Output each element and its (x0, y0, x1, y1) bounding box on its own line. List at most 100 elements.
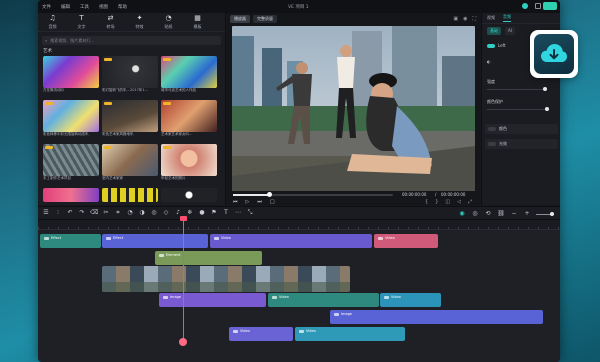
undo-icon[interactable]: ↶ (66, 209, 74, 217)
playhead-line[interactable] (183, 218, 184, 344)
timeline-clip[interactable]: Element (155, 251, 262, 265)
prop-toggle[interactable] (487, 43, 495, 48)
snapshot-icon[interactable]: ▣ (453, 16, 458, 22)
render-icon[interactable]: ◎ (471, 210, 479, 218)
timeline-clip[interactable]: Video (210, 234, 372, 248)
menu-view[interactable]: 视图 (99, 4, 108, 10)
mask-icon[interactable]: ◎ (150, 209, 158, 217)
text-tool-icon[interactable]: T (222, 209, 230, 217)
keyframe-icon[interactable]: ◇ (162, 209, 170, 217)
delete-icon[interactable]: ⌫ (90, 209, 98, 217)
freeze-icon[interactable]: ❄ (186, 209, 194, 217)
more-icon[interactable]: ⋯ (234, 209, 242, 217)
download-badge[interactable] (530, 30, 578, 78)
tab-templates[interactable]: ▦ 模板 (183, 13, 212, 31)
stop-icon[interactable]: □ (270, 199, 275, 205)
quality-select[interactable]: 完整质量 (253, 14, 277, 23)
redo-icon[interactable]: ↷ (78, 209, 86, 217)
menu-edit[interactable]: 编辑 (61, 4, 70, 10)
preset-icon[interactable]: ◐ (487, 59, 491, 64)
media-thumbnail[interactable] (102, 100, 158, 132)
media-thumbnail[interactable] (102, 144, 158, 176)
color-section[interactable]: 颜色 (485, 124, 558, 134)
slider-knob[interactable] (545, 107, 549, 111)
tab-video[interactable]: 视频 (487, 15, 495, 21)
timeline-clip[interactable]: Video (380, 293, 441, 307)
ripple-icon[interactable]: ⟲ (484, 210, 492, 218)
playhead-bottom-handle[interactable] (179, 338, 187, 346)
speed-icon[interactable]: ◔ (126, 209, 134, 217)
timeline-clip[interactable]: Image (159, 293, 266, 307)
color-toggle[interactable] (488, 127, 496, 131)
fullscreen-icon[interactable]: ⛶ (472, 16, 476, 22)
color-icon[interactable]: ◑ (138, 209, 146, 217)
timeline[interactable]: Effect Effect Video Video Element Image … (38, 216, 560, 362)
media-item[interactable] (161, 188, 217, 202)
media-item[interactable]: 万花筒流动叭 (43, 56, 99, 97)
marker-icon[interactable]: ⚑ (210, 209, 218, 217)
media-search-input[interactable]: ⌕ 搜索视频、图片素材打... (42, 36, 221, 45)
light-section[interactable]: 光效 (485, 139, 558, 149)
media-item[interactable]: 艺术家艺术家女叭… (161, 100, 217, 141)
link-icon[interactable]: ⛓ (497, 210, 505, 218)
menu-icon[interactable]: ☰ (42, 209, 50, 217)
zoom-fit-icon[interactable]: ⤡ (246, 209, 254, 217)
media-item[interactable]: 城市马克艺术的人作品 (161, 56, 217, 97)
media-item[interactable]: 彩色艺术家风格地叭 (102, 100, 158, 141)
media-item[interactable]: 彩色转移中彩无限旋转动态叭 (43, 100, 99, 141)
media-thumbnail[interactable] (43, 188, 99, 202)
media-thumbnail[interactable] (161, 56, 217, 88)
media-thumbnail[interactable] (161, 188, 217, 202)
media-thumbnail[interactable] (43, 100, 99, 132)
cut-icon[interactable]: ✂ (102, 209, 110, 217)
media-item[interactable]: 室内艺术家家 (102, 144, 158, 185)
video-track-clip[interactable] (102, 266, 350, 292)
mark-in-icon[interactable]: { (425, 199, 428, 205)
timeline-clip[interactable]: Video (374, 234, 438, 248)
timeline-clip[interactable]: Video (268, 293, 379, 307)
playback-scrubber[interactable] (233, 192, 393, 197)
media-thumbnail[interactable] (161, 144, 217, 176)
timeline-clip[interactable]: Effect (102, 234, 208, 248)
strength-slider[interactable] (487, 87, 547, 91)
menu-tools[interactable]: 工具 (80, 4, 89, 10)
scrubber-handle[interactable] (267, 192, 272, 197)
light-toggle[interactable] (488, 142, 496, 146)
tab-audio-props[interactable]: 音频 (503, 14, 511, 22)
prev-frame-icon[interactable]: ⏮ (233, 199, 238, 205)
timeline-clip[interactable]: Video (295, 327, 405, 341)
protect-slider[interactable] (487, 107, 549, 111)
menu-file[interactable]: 文件 (42, 4, 51, 10)
tab-transition[interactable]: ⇄ 转场 (96, 13, 125, 31)
minimize-icon[interactable] (535, 3, 541, 9)
snap-icon[interactable]: ◉ (458, 210, 466, 218)
timeline-clip[interactable]: Video (229, 327, 293, 341)
zoom-in-icon[interactable]: + (523, 210, 531, 218)
next-frame-icon[interactable]: ⏭ (257, 199, 262, 205)
expand-icon[interactable]: ⤢ (468, 199, 472, 205)
timeline-clip[interactable]: Image (330, 310, 543, 324)
video-preview[interactable] (232, 26, 475, 191)
eye-icon[interactable]: ◉ (463, 16, 467, 22)
media-item[interactable]: 年轻艺术的照片 (161, 144, 217, 185)
media-thumbnail[interactable] (161, 100, 217, 132)
play-icon[interactable]: ▷ (246, 199, 250, 205)
camera-icon[interactable]: ◫ (445, 199, 450, 205)
crop-icon[interactable]: ⌗ (114, 209, 122, 217)
media-item[interactable]: 手工制作艺术项目 (43, 144, 99, 185)
tab-player[interactable]: 播放器 (230, 14, 250, 23)
subtab-ai[interactable]: AI (505, 27, 515, 35)
export-button[interactable] (543, 2, 557, 10)
media-thumbnail[interactable] (102, 56, 158, 88)
menu-help[interactable]: 帮助 (118, 4, 127, 10)
account-icon[interactable] (522, 3, 528, 9)
zoom-slider[interactable] (536, 211, 554, 216)
tab-effects[interactable]: ✦ 特效 (125, 13, 154, 31)
media-item[interactable] (43, 188, 99, 202)
timeline-ruler[interactable] (38, 220, 560, 230)
volume-icon[interactable]: ◁ (457, 199, 461, 205)
mark-out-icon[interactable]: } (435, 199, 438, 205)
media-thumbnail[interactable] (102, 188, 158, 202)
slider-knob[interactable] (543, 87, 547, 91)
media-item[interactable] (102, 188, 158, 202)
